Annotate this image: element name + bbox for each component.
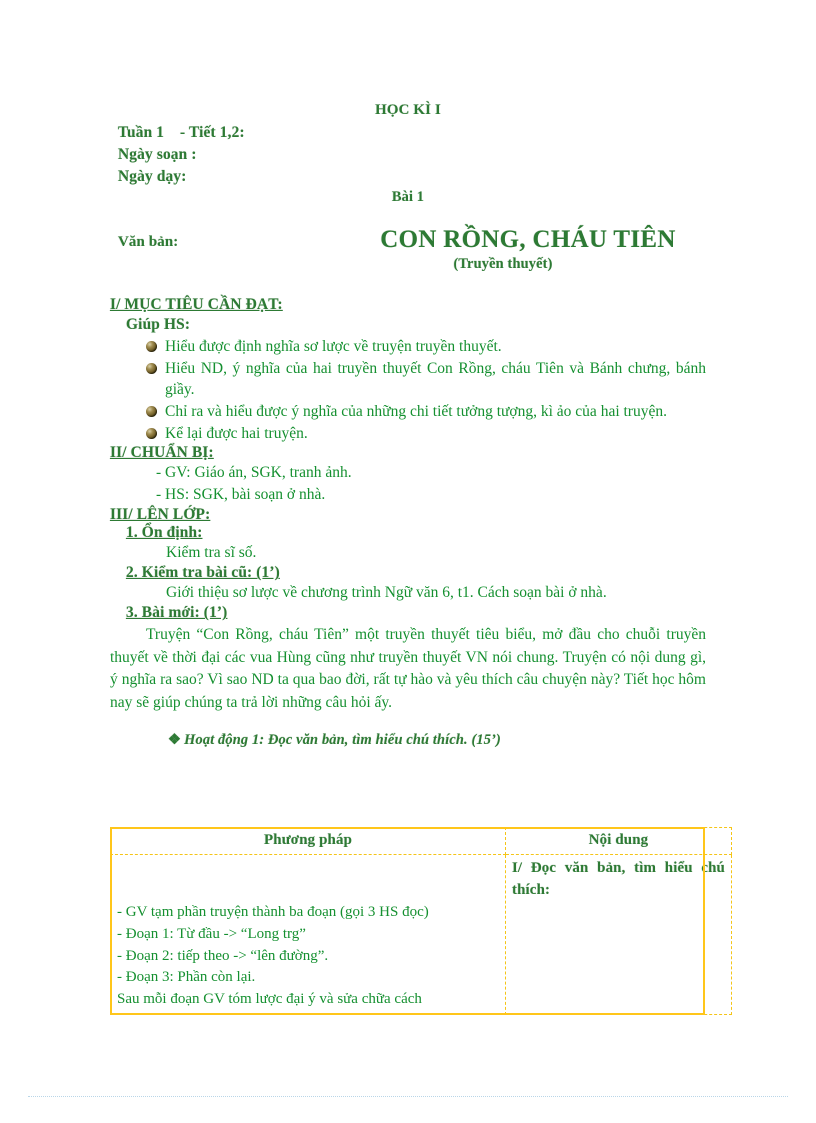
meta-week-period: Tuần 1 - Tiết 1,2:: [118, 124, 245, 141]
table-row: - GV tạm phần truyện thành ba đoạn (gọi …: [110, 854, 732, 1015]
list-item: Hiểu được định nghĩa sơ lược về truyện t…: [146, 336, 706, 358]
activity-heading-text: Hoạt động 1: Đọc văn bản, tìm hiểu chú t…: [184, 732, 501, 749]
activity-heading: ❖ Hoạt động 1: Đọc văn bản, tìm hiểu chú …: [168, 732, 706, 749]
subsection-heading-review: 2. Kiểm tra bài cũ: (1’): [126, 564, 280, 582]
objective-text: Hiểu ND, ý nghĩa của hai truyền thuyết C…: [165, 359, 706, 399]
text-type-label: Văn bản:: [118, 234, 179, 250]
lesson-plan-table: Phương pháp Nội dung - GV tạm phần truyệ…: [110, 827, 732, 1015]
subsection-heading-stabilize: 1. Ổn định:: [126, 524, 203, 542]
method-line: Sau mỗi đoạn GV tóm lược đại ý và sửa ch…: [117, 991, 422, 1007]
bullet-sphere-icon: [146, 341, 157, 352]
objective-text: Kể lại được hai truyện.: [165, 424, 308, 442]
objectives-list: Hiểu được định nghĩa sơ lược về truyện t…: [110, 336, 706, 444]
column-header-method: Phương pháp: [110, 827, 506, 855]
cell-method: - GV tạm phần truyện thành ba đoạn (gọi …: [110, 854, 506, 1015]
cell-top-spacer: [117, 858, 499, 902]
objective-text: Hiểu được định nghĩa sơ lược về truyện t…: [165, 338, 502, 355]
method-line: - Đoạn 1: Từ đầu -> “Long trg”: [117, 925, 306, 942]
cell-content: I/ Đọc văn bản, tìm hiểu chú thích:: [505, 854, 732, 1015]
table-header-row: Phương pháp Nội dung: [110, 827, 732, 855]
section-heading-preparation: II/ CHUẨN BỊ:: [110, 444, 214, 462]
diamond-bullet-icon: ❖: [168, 732, 182, 749]
review-body: Giới thiệu sơ lược về chương trình Ngữ v…: [166, 584, 607, 602]
list-item: Hiểu ND, ý nghĩa của hai truyền thuyết C…: [146, 358, 706, 401]
method-line: - Đoạn 2: tiếp theo -> “lên đường”.: [117, 947, 329, 964]
lesson-number-text: Bài 1: [391, 189, 425, 205]
semester-heading-text: HỌC KÌ I: [375, 102, 441, 118]
preparation-item-student: - HS: SGK, bài soạn ở nhà.: [156, 486, 326, 504]
list-item: Chỉ ra và hiểu được ý nghĩa của những ch…: [146, 401, 706, 423]
bullet-sphere-icon: [146, 362, 157, 374]
page-title: CON RỒNG, CHÁU TIÊN: [380, 226, 676, 253]
method-line: - GV tạm phần truyện thành ba đoạn (gọi …: [117, 904, 429, 920]
lesson-number-heading: Bài 1: [0, 189, 816, 206]
subsection-heading-newlesson: 3. Bài mới: (1’): [126, 604, 228, 622]
objectives-lead: Giúp HS:: [126, 316, 191, 333]
section-heading-class: III/ LÊN LỚP:: [110, 506, 211, 524]
bullet-sphere-icon: [146, 427, 157, 439]
column-header-content: Nội dung: [505, 827, 732, 855]
newlesson-body: Truyện “Con Rồng, cháu Tiên” một truyền …: [110, 626, 706, 711]
preparation-item-teacher: - GV: Giáo án, SGK, tranh ảnh.: [156, 464, 352, 482]
bullet-sphere-icon: [146, 406, 157, 418]
meta-date-written: Ngày soạn :: [118, 146, 197, 163]
objective-text: Chỉ ra và hiểu được ý nghĩa của những ch…: [165, 403, 667, 421]
semester-heading: HỌC KÌ I: [0, 102, 816, 119]
section-heading-objectives: I/ MỤC TIÊU CẦN ĐẠT:: [110, 296, 283, 313]
stabilize-body: Kiểm tra sĩ số.: [166, 544, 257, 562]
document-page: HỌC KÌ I Tuần 1 - Tiết 1,2: Ngày soạn : …: [0, 0, 816, 1123]
lesson-plan-table-wrapper: Phương pháp Nội dung - GV tạm phần truyệ…: [110, 827, 732, 1015]
document-body: I/ MỤC TIÊU CẦN ĐẠT: Giúp HS: Hiểu được …: [110, 296, 706, 749]
list-item: Kể lại được hai truyện.: [146, 423, 706, 445]
method-line: - Đoạn 3: Phần còn lại.: [117, 969, 256, 986]
footer-divider: [28, 1096, 788, 1097]
content-line: I/ Đọc văn bản, tìm hiểu chú thích:: [512, 860, 725, 898]
lesson-meta-block: Tuần 1 - Tiết 1,2: Ngày soạn : Ngày dạy:: [118, 122, 245, 188]
page-subtitle: (Truyền thuyết): [453, 256, 553, 272]
meta-date-taught: Ngày dạy:: [118, 168, 187, 185]
